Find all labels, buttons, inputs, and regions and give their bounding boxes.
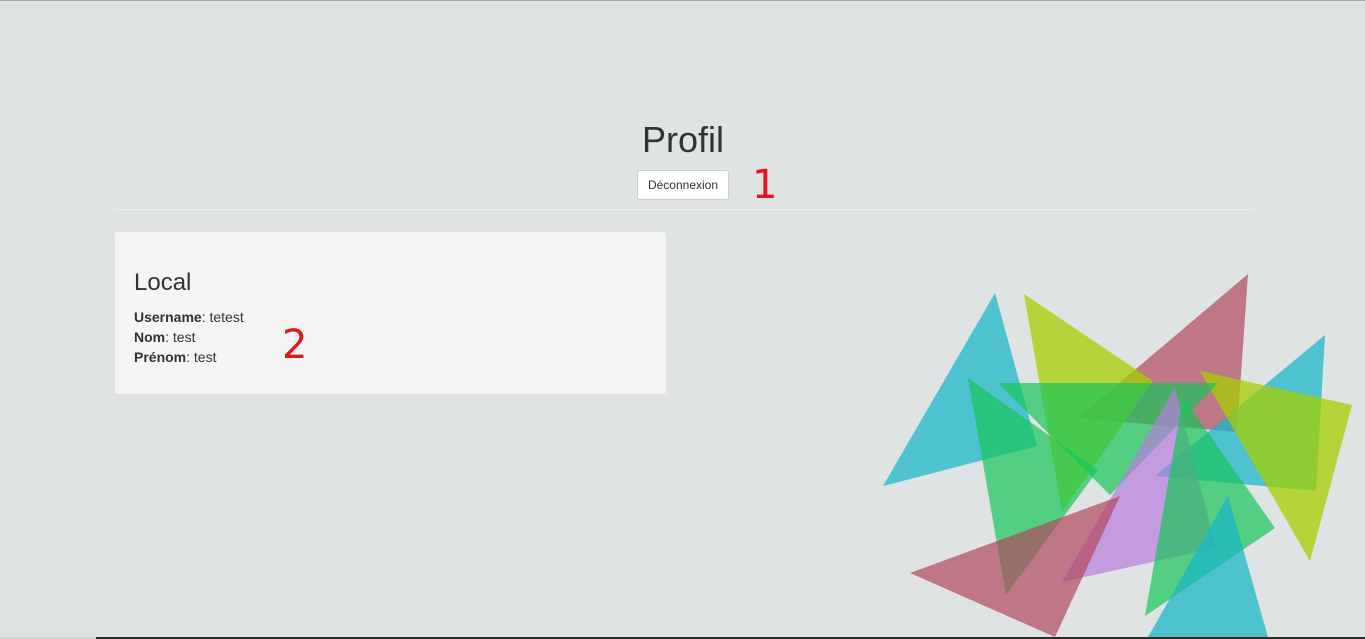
prenom-value: test	[193, 349, 217, 365]
prenom-separator: :	[186, 349, 194, 365]
prenom-label: Prénom	[134, 349, 187, 365]
header-divider	[113, 209, 1253, 210]
username-label: Username	[134, 309, 202, 325]
logout-button[interactable]: Déconnexion	[637, 170, 729, 200]
page-header: Profil	[113, 113, 1253, 167]
username-field: Username: tetest	[134, 307, 244, 327]
prenom-field: Prénom: test	[134, 347, 216, 367]
nom-separator: :	[165, 329, 173, 345]
nom-label: Nom	[134, 329, 166, 345]
username-value: tetest	[209, 309, 244, 325]
card-title: Local	[134, 269, 192, 296]
nom-field: Nom: test	[134, 327, 195, 347]
local-profile-card: Local Username: tetest Nom: test Prénom:…	[114, 231, 667, 395]
page-title: Profil	[641, 119, 725, 160]
annotation-marker-2: 2	[282, 322, 308, 368]
nom-value: test	[172, 329, 196, 345]
annotation-marker-1: 1	[752, 162, 778, 208]
top-border	[0, 0, 1365, 1]
triangles-illustration	[883, 274, 1352, 637]
